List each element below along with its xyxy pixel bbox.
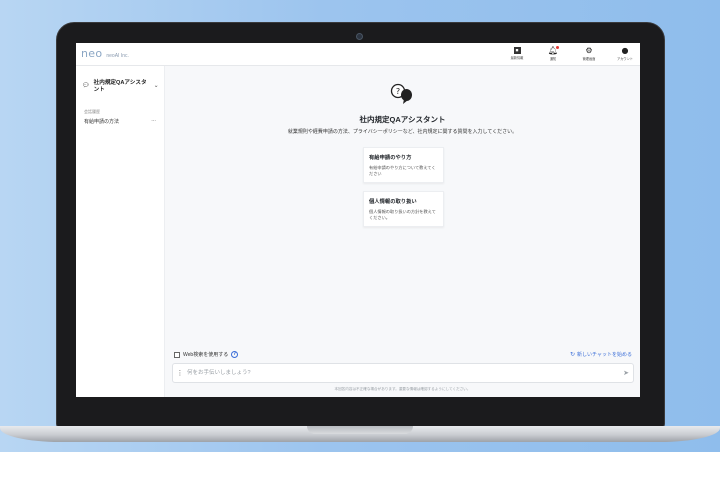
suggestion-card-privacy[interactable]: 個人情報の取り扱い 個人情報の取り扱いの方針を教えてください。 [363, 191, 444, 227]
refresh-icon: ↻ [570, 351, 576, 358]
laptop-notch [307, 426, 413, 434]
nav-account-label: アカウント [617, 57, 633, 61]
gear-icon: ⚙ [585, 46, 593, 55]
suggestion-card-title: 個人情報の取り扱い [369, 199, 417, 205]
account-icon: ● [621, 46, 629, 55]
nav-admin-label: 管理画面 [582, 57, 596, 61]
logo-mark: neo [81, 47, 103, 60]
history-item[interactable]: 有給申請の方法 ··· [84, 118, 156, 125]
assistant-selector[interactable]: 💬︎ 社内規定QAアシスタント ⌄ [82, 80, 160, 94]
web-search-label: Web検索を使用する [183, 352, 229, 358]
disclaimer: 本回答内容は不正確な場合があります。重要な情報は確認するようにしてください。 [334, 387, 471, 391]
history-item-label: 有給申請の方法 [84, 119, 120, 125]
nav-notifications[interactable]: 🔔︎ 通知 [542, 46, 564, 61]
vertical-dots-icon[interactable]: ⋮ [173, 369, 187, 377]
svg-text:?: ? [396, 87, 400, 96]
new-chat-button[interactable]: ↻ 新しいチャットを始める [570, 351, 632, 358]
page-title: 社内規定QAアシスタント [359, 115, 446, 124]
nav-notifications-label: 通知 [549, 57, 557, 61]
more-icon[interactable]: ··· [151, 118, 156, 125]
help-icon[interactable]: ? [231, 351, 239, 358]
chat-input[interactable] [187, 364, 619, 382]
web-search-checkbox[interactable] [174, 351, 180, 358]
floor [0, 452, 720, 480]
nav-admin[interactable]: ⚙ 管理画面 [578, 46, 600, 61]
news-icon: ■ [513, 47, 521, 54]
top-bar: neo neoAI Inc. ■ 最新情報 🔔︎ 通知 ⚙ 管理画面 ● アカウ… [76, 43, 640, 66]
suggestion-card-desc: 個人情報の取り扱いの方針を教えてください。 [369, 209, 436, 220]
logo[interactable]: neo neoAI Inc. [81, 47, 129, 60]
page-subtitle: 就業規則や経費申請の方法、プライバシーポリシーなど、社内規定に関する質問を入力し… [287, 129, 518, 135]
suggestion-card-desc: 有給申請のやり方について教えてください [369, 165, 436, 176]
nav-news[interactable]: ■ 最新情報 [506, 46, 528, 61]
qa-bubbles-icon: ? [390, 83, 412, 104]
chat-bubbles-icon: 💬︎ [82, 82, 90, 89]
header-nav: ■ 最新情報 🔔︎ 通知 ⚙ 管理画面 ● アカウント [506, 46, 636, 61]
web-search-toggle: Web検索を使用する ? [174, 351, 239, 358]
assistant-name: 社内規定QAアシスタント [93, 80, 147, 93]
main-panel: ? 社内規定QAアシスタント 就業規則や経費申請の方法、プライバシーポリシーなど… [165, 66, 640, 397]
chevron-down-icon: ⌄ [153, 82, 159, 89]
company-name: neoAI Inc. [106, 53, 129, 59]
bell-icon: 🔔︎ [547, 46, 560, 55]
history-section-label: 会話履歴 [84, 109, 100, 114]
nav-account[interactable]: ● アカウント [614, 46, 636, 61]
suggestion-card-paid-leave[interactable]: 有給申請のやり方 有給申請のやり方について教えてください [363, 147, 444, 183]
suggestion-card-title: 有給申請のやり方 [369, 155, 412, 161]
sidebar: 💬︎ 社内規定QAアシスタント ⌄ 会話履歴 有給申請の方法 ··· [76, 66, 165, 397]
chat-input-box: ⋮ ➤ [172, 363, 634, 383]
send-icon[interactable]: ➤ [619, 369, 633, 377]
app-screen: neo neoAI Inc. ■ 最新情報 🔔︎ 通知 ⚙ 管理画面 ● アカウ… [76, 43, 640, 397]
nav-news-label: 最新情報 [510, 56, 524, 60]
camera-icon [356, 33, 363, 40]
new-chat-label: 新しいチャットを始める [577, 352, 632, 358]
